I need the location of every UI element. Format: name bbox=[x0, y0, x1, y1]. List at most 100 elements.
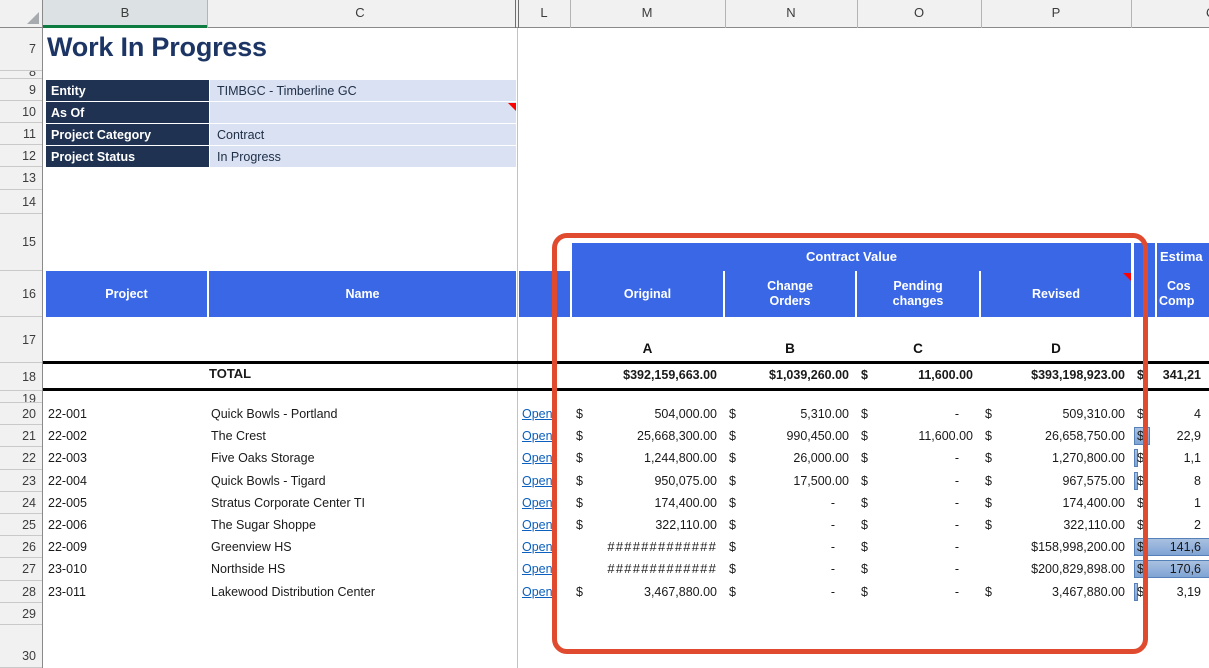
cell-q[interactable]: $3,19 bbox=[1133, 581, 1207, 603]
cell-m[interactable]: ############# bbox=[572, 536, 723, 558]
total-m[interactable]: $392,159,663.00 bbox=[572, 364, 723, 386]
total-n[interactable]: $1,039,260.00 bbox=[725, 364, 855, 386]
cell-p[interactable]: $158,998,200.00 bbox=[981, 536, 1131, 558]
row-header-24[interactable]: 24 bbox=[0, 492, 42, 514]
cell-o[interactable]: $ - bbox=[857, 470, 979, 492]
cell-n[interactable]: $ - bbox=[725, 492, 855, 514]
cell-n[interactable]: $26,000.00 bbox=[725, 447, 855, 469]
cell-project-name[interactable]: Northside HS bbox=[211, 558, 511, 580]
row-header-26[interactable]: 26 bbox=[0, 536, 42, 558]
open-link[interactable]: Open bbox=[522, 425, 556, 447]
open-link[interactable]: Open bbox=[522, 514, 556, 536]
cell-q[interactable]: $8 bbox=[1133, 470, 1207, 492]
cell-o[interactable]: $ - bbox=[857, 492, 979, 514]
cell-project-code[interactable]: 23-011 bbox=[48, 581, 200, 603]
cell-m[interactable]: $322,110.00 bbox=[572, 514, 723, 536]
info-value-3[interactable]: In Progress bbox=[210, 146, 516, 167]
row-header-10[interactable]: 10 bbox=[0, 101, 42, 123]
open-link[interactable]: Open bbox=[522, 581, 556, 603]
row-header-18[interactable]: 18 bbox=[0, 363, 42, 391]
total-p[interactable]: $393,198,923.00 bbox=[981, 364, 1131, 386]
cell-m[interactable]: $25,668,300.00 bbox=[572, 425, 723, 447]
column-header-m[interactable]: M bbox=[642, 5, 653, 20]
select-all-corner[interactable] bbox=[0, 0, 43, 28]
row-header-11[interactable]: 11 bbox=[0, 123, 42, 145]
cell-project-name[interactable]: Lakewood Distribution Center bbox=[211, 581, 511, 603]
cell-project-code[interactable]: 22-001 bbox=[48, 403, 200, 425]
cell-q[interactable]: $1 bbox=[1133, 492, 1207, 514]
row-header-23[interactable]: 23 bbox=[0, 470, 42, 492]
cell-n[interactable]: $ - bbox=[725, 514, 855, 536]
cell-project-name[interactable]: The Sugar Shoppe bbox=[211, 514, 511, 536]
cell-p[interactable]: $200,829,898.00 bbox=[981, 558, 1131, 580]
cell-project-code[interactable]: 22-006 bbox=[48, 514, 200, 536]
cell-o[interactable]: $ - bbox=[857, 403, 979, 425]
cell-o[interactable]: $ - bbox=[857, 558, 979, 580]
cell-project-code[interactable]: 22-004 bbox=[48, 470, 200, 492]
cell-project-name[interactable]: Quick Bowls - Tigard bbox=[211, 470, 511, 492]
col-header-cost-completion-clipped[interactable]: Cos Comp bbox=[1157, 271, 1209, 317]
cell-m[interactable]: $3,467,880.00 bbox=[572, 581, 723, 603]
cell-o[interactable]: $ - bbox=[857, 581, 979, 603]
cell-p[interactable]: $967,575.00 bbox=[981, 470, 1131, 492]
cell-q[interactable]: $170,6 bbox=[1133, 558, 1207, 580]
cell-project-code[interactable]: 22-005 bbox=[48, 492, 200, 514]
col-header-name[interactable]: Name bbox=[209, 271, 516, 317]
cell-m[interactable]: $504,000.00 bbox=[572, 403, 723, 425]
cell-project-name[interactable]: Stratus Corporate Center TI bbox=[211, 492, 511, 514]
row-header-21[interactable]: 21 bbox=[0, 425, 42, 447]
cell-o[interactable]: $ - bbox=[857, 447, 979, 469]
cell-q[interactable]: $4 bbox=[1133, 403, 1207, 425]
cell-m[interactable]: $950,075.00 bbox=[572, 470, 723, 492]
row-header-17[interactable]: 17 bbox=[0, 317, 42, 363]
info-value-2[interactable]: Contract bbox=[210, 124, 516, 145]
cell-project-name[interactable]: Greenview HS bbox=[211, 536, 511, 558]
column-header-o[interactable]: O bbox=[914, 5, 924, 20]
row-header-22[interactable]: 22 bbox=[0, 447, 42, 470]
row-header-8[interactable]: 8 bbox=[0, 71, 42, 79]
cell-q[interactable]: $141,6 bbox=[1133, 536, 1207, 558]
column-header-b[interactable]: B bbox=[121, 5, 130, 20]
info-value-1[interactable] bbox=[210, 102, 516, 123]
col-header-original[interactable]: Original bbox=[572, 271, 723, 317]
cell-q[interactable]: $1,1 bbox=[1133, 447, 1207, 469]
cell-p[interactable]: $174,400.00 bbox=[981, 492, 1131, 514]
cell-m[interactable]: $174,400.00 bbox=[572, 492, 723, 514]
cell-n[interactable]: $990,450.00 bbox=[725, 425, 855, 447]
open-link[interactable]: Open bbox=[522, 558, 556, 580]
cell-n[interactable]: $17,500.00 bbox=[725, 470, 855, 492]
cell-q[interactable]: $2 bbox=[1133, 514, 1207, 536]
col-header-revised[interactable]: Revised bbox=[981, 271, 1131, 317]
cell-n[interactable]: $ - bbox=[725, 581, 855, 603]
cell-p[interactable]: $322,110.00 bbox=[981, 514, 1131, 536]
row-header-20[interactable]: 20 bbox=[0, 403, 42, 425]
open-link[interactable]: Open bbox=[522, 536, 556, 558]
open-link[interactable]: Open bbox=[522, 492, 556, 514]
row-header-12[interactable]: 12 bbox=[0, 145, 42, 167]
row-header-16[interactable]: 16 bbox=[0, 271, 42, 317]
cell-o[interactable]: $ - bbox=[857, 536, 979, 558]
row-header-7[interactable]: 7 bbox=[0, 28, 42, 71]
cell-m[interactable]: ############# bbox=[572, 558, 723, 580]
col-header-project[interactable]: Project bbox=[46, 271, 207, 317]
open-link[interactable]: Open bbox=[522, 470, 556, 492]
cell-project-code[interactable]: 23-010 bbox=[48, 558, 200, 580]
cell-n[interactable]: $5,310.00 bbox=[725, 403, 855, 425]
row-header-13[interactable]: 13 bbox=[0, 167, 42, 190]
cell-o[interactable]: $11,600.00 bbox=[857, 425, 979, 447]
cell-p[interactable]: $26,658,750.00 bbox=[981, 425, 1131, 447]
group-header-estimated-clipped[interactable]: Estima bbox=[1157, 243, 1209, 271]
cell-project-name[interactable]: The Crest bbox=[211, 425, 511, 447]
cell-project-code[interactable]: 22-003 bbox=[48, 447, 200, 469]
row-header-25[interactable]: 25 bbox=[0, 514, 42, 536]
cell-n[interactable]: $ - bbox=[725, 536, 855, 558]
row-header-29[interactable]: 29 bbox=[0, 603, 42, 625]
column-header-n[interactable]: N bbox=[786, 5, 795, 20]
cell-p[interactable]: $1,270,800.00 bbox=[981, 447, 1131, 469]
group-header-spacer[interactable] bbox=[1134, 243, 1155, 271]
col-header-spacer[interactable] bbox=[1134, 271, 1155, 317]
cell-p[interactable]: $509,310.00 bbox=[981, 403, 1131, 425]
cell-project-name[interactable]: Five Oaks Storage bbox=[211, 447, 511, 469]
cell-project-code[interactable]: 22-009 bbox=[48, 536, 200, 558]
cell-p[interactable]: $3,467,880.00 bbox=[981, 581, 1131, 603]
